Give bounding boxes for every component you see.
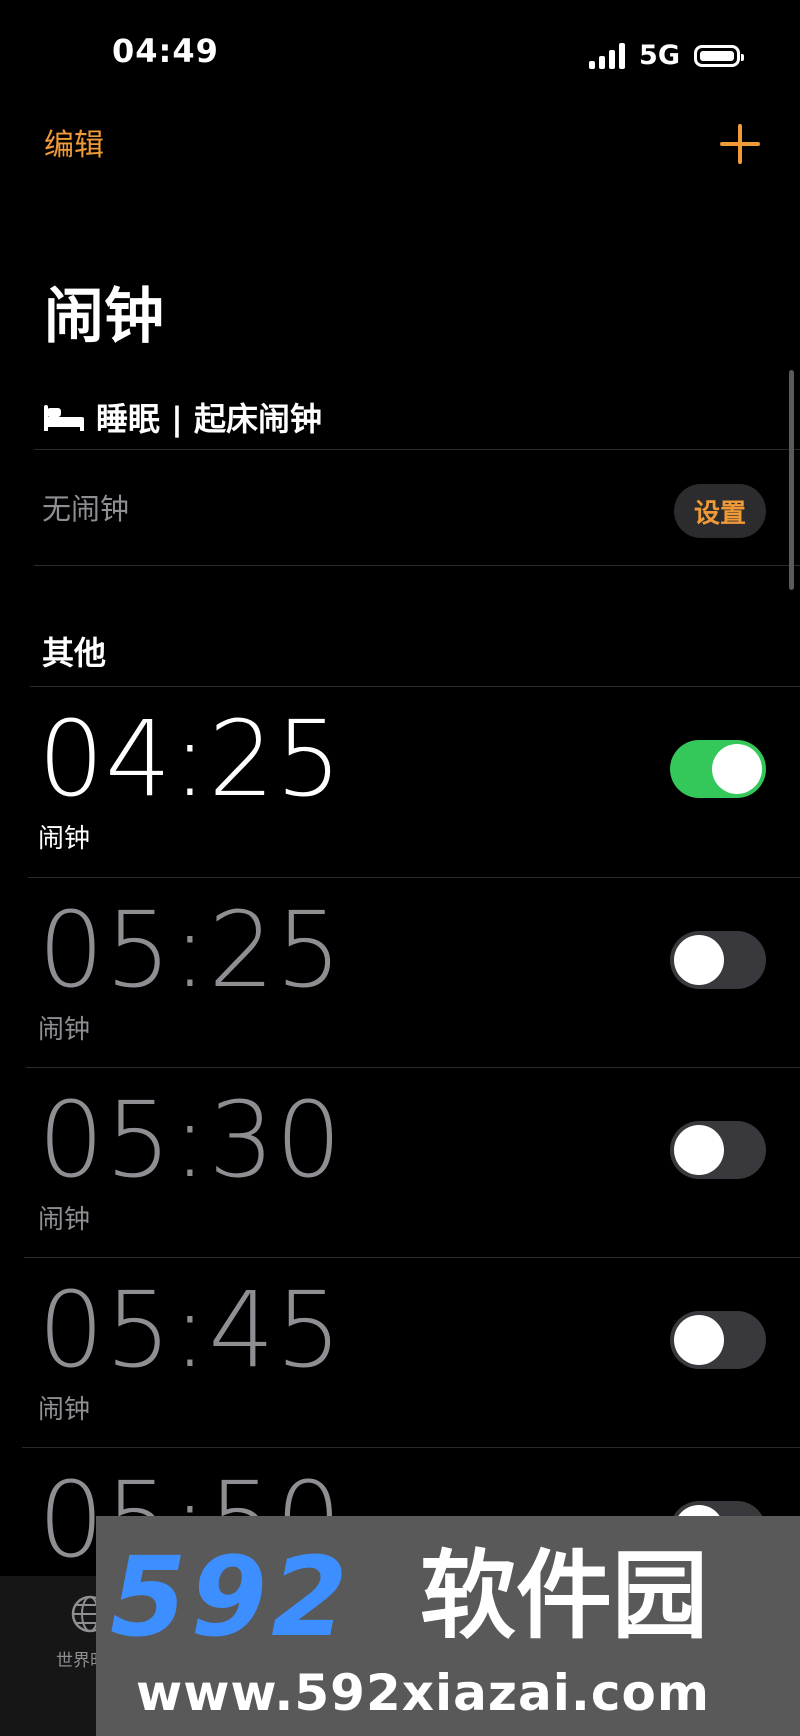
alarm-label: 闹钟 [38, 1015, 91, 1045]
alarm-row[interactable]: 05:25 闹钟 [0, 879, 800, 1069]
sleep-section-title: 睡眠 | 起床闹钟 [96, 400, 322, 438]
scrollbar[interactable] [789, 370, 794, 590]
edit-button[interactable]: 编辑 [44, 120, 104, 164]
divider [22, 1447, 800, 1448]
divider [30, 686, 800, 687]
alarm-row[interactable]: 04:25 闹钟 [0, 688, 800, 878]
divider [34, 449, 800, 450]
network-type: 5G [639, 40, 680, 71]
bed-icon [44, 403, 84, 431]
battery-icon [694, 44, 744, 67]
divider [34, 565, 800, 566]
watermark-text: 软件园 [420, 1540, 708, 1652]
alarm-row[interactable]: 05:30 闹钟 [0, 1069, 800, 1259]
other-section-title: 其他 [42, 634, 107, 672]
divider [28, 877, 800, 878]
setup-button[interactable]: 设置 [674, 484, 766, 538]
divider [24, 1257, 800, 1258]
divider [26, 1067, 800, 1068]
alarm-screen: 04:49 5G 编辑 闹钟 睡眠 | 起床闹钟 无闹钟 设置 其他 04:25… [0, 0, 800, 1736]
sleep-section-header: 睡眠 | 起床闹钟 [44, 394, 322, 440]
alarm-row[interactable]: 05:45 闹钟 [0, 1259, 800, 1449]
alarm-label: 闹钟 [38, 824, 91, 854]
status-time: 04:49 [112, 32, 219, 70]
watermark-url: www.592xiazai.com [136, 1664, 710, 1722]
alarm-toggle[interactable] [670, 740, 766, 798]
alarm-time: 05:45 [38, 1269, 343, 1391]
add-alarm-button[interactable] [720, 124, 760, 164]
no-alarm-label: 无闹钟 [42, 492, 130, 526]
alarm-time: 05:25 [38, 889, 343, 1011]
alarm-time: 04:25 [38, 698, 343, 820]
cellular-signal-icon [589, 42, 626, 69]
watermark-logo: 592 [110, 1533, 352, 1661]
status-indicators: 5G [589, 40, 744, 71]
page-title: 闹钟 [44, 282, 164, 352]
alarm-toggle[interactable] [670, 931, 766, 989]
alarm-time: 05:30 [38, 1079, 343, 1201]
alarm-toggle[interactable] [670, 1121, 766, 1179]
alarm-toggle[interactable] [670, 1311, 766, 1369]
alarm-label: 闹钟 [38, 1395, 91, 1425]
alarm-label: 闹钟 [38, 1205, 91, 1235]
